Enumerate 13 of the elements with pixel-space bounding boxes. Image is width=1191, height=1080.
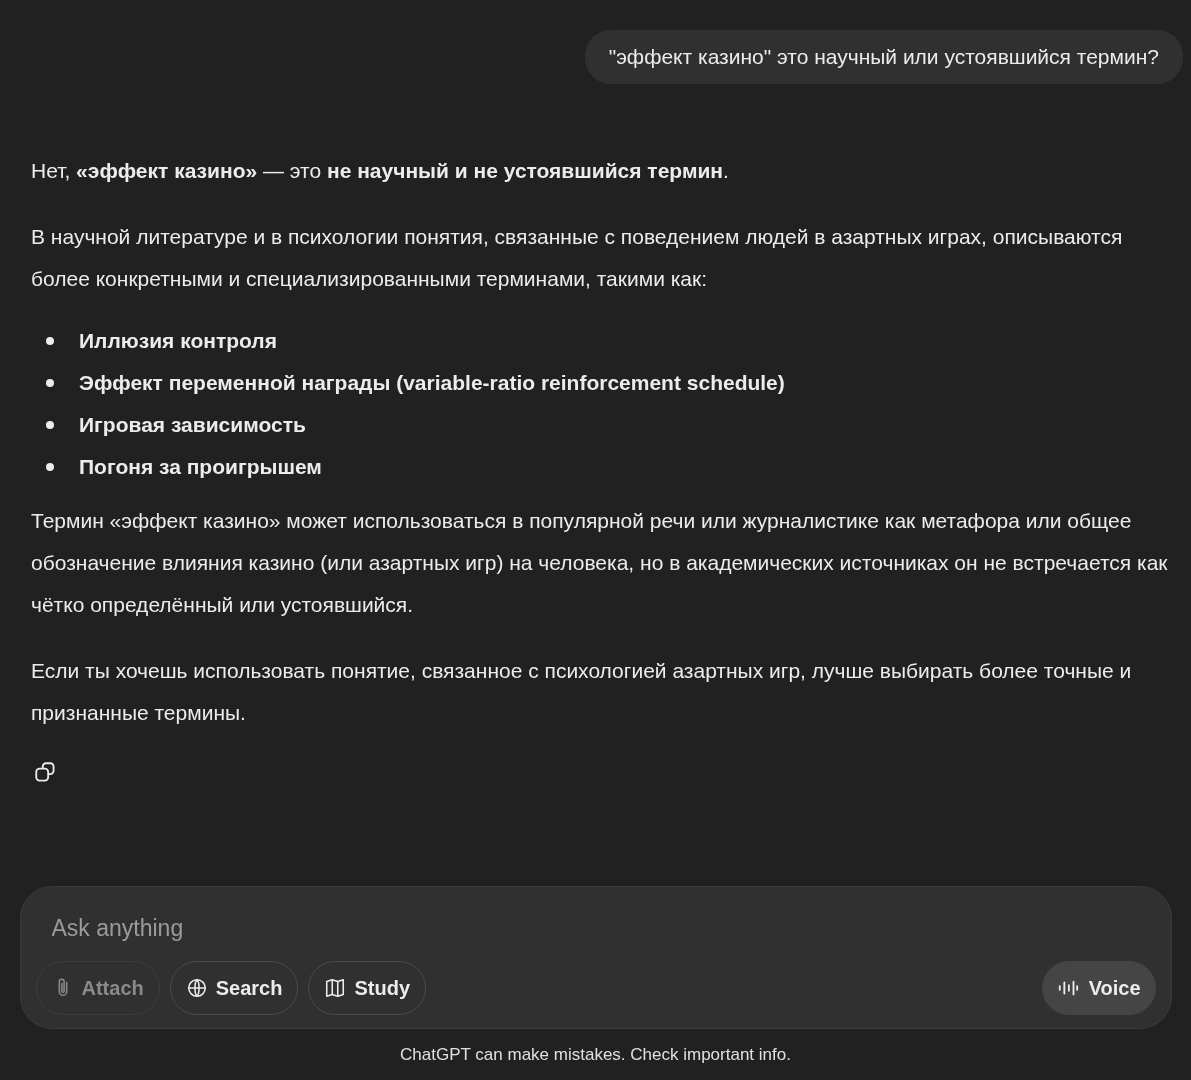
user-message-bubble: "эффект казино" это научный или устоявшийся термин? [584, 30, 1183, 84]
bullet-item: Погоня за проигрышем [79, 454, 322, 481]
bullet-item: Эффект переменной награды (variable-ratio reinforcement schedule) [79, 370, 785, 397]
globe-icon [185, 976, 208, 999]
bullet-item: Игровая зависимость [79, 412, 306, 439]
answer-paragraph: Если ты хочешь использовать понятие, связанное с психологией азартных игр, лучше выбирать более точные и признанные термины. [31, 658, 1133, 726]
answer-paragraph: Нет, «эффект казино» — это не научный и не устоявшийся термин. [31, 158, 730, 184]
voice-button[interactable]: Voice [1041, 960, 1156, 1015]
bullet-item: Иллюзия контроля [79, 328, 277, 355]
answer-paragraph: Термин «эффект казино» может использоваться в популярной речи или журналистике как метафора или общее обозначение влияния казино (или азартных игр) на человека, но в академических источниках он не встречается как чётко определённый или устоявшийся. [31, 508, 1169, 618]
message-input[interactable]: Ask anything [35, 912, 1156, 945]
answer-paragraph: В научной литературе и в психологии понятия, связанные с поведением людей в азартных играх, описываются более конкретными и специализированными терминами, такими как: [31, 224, 1124, 292]
disclaimer-text: ChatGPT can make mistakes. Check important info. [399, 1043, 792, 1066]
